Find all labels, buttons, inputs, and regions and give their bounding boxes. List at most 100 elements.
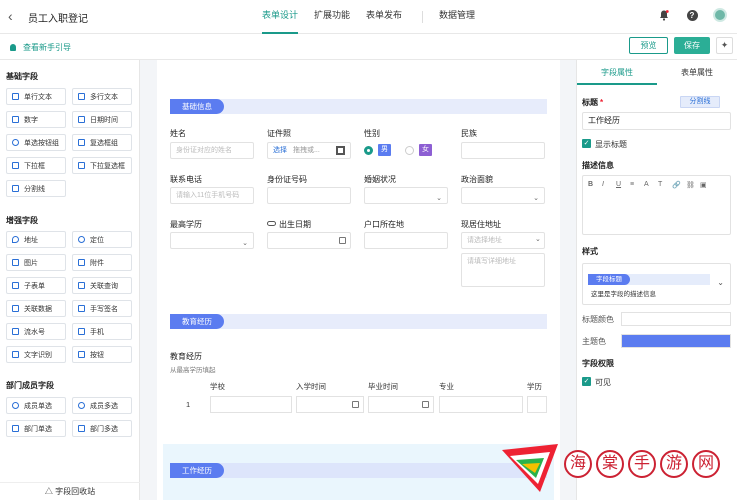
guide-link[interactable]: 查看新手引导 [10,42,71,53]
link-icon [267,221,276,226]
cell-degree[interactable] [527,396,547,413]
section-education[interactable]: 教育经历 [170,314,547,329]
bold-icon[interactable]: B [588,181,593,188]
gender-female-radio[interactable] [405,146,414,155]
back-icon[interactable]: ‹ [8,8,13,24]
section-basic-info[interactable]: 基础信息 [170,99,547,114]
education-select[interactable]: ⌄ [170,232,254,249]
field-serial[interactable]: 流水号 [6,323,66,340]
field-multi-text[interactable]: 多行文本 [72,88,132,105]
chevron-down-icon: ⌄ [535,236,541,243]
text-icon [12,93,19,100]
nation-input[interactable] [461,142,545,159]
image-icon[interactable]: ▣ [700,181,707,189]
watermark-char: 海 [564,450,592,478]
theme-color-swatch[interactable] [621,334,731,348]
field-dept-single[interactable]: 部门单选 [6,420,66,437]
cell-school[interactable] [210,396,292,413]
photo-upload[interactable]: 选择 拖拽或... [267,142,351,159]
address-select[interactable]: 请选择地址 [461,232,545,249]
edu-table-label: 教育经历 [170,352,202,361]
cell-entry-date[interactable] [296,396,364,413]
field-recycle-bin[interactable]: △ 字段回收站 [0,482,140,500]
field-location[interactable]: 定位 [72,231,132,248]
title-color-swatch[interactable] [621,312,731,326]
field-label: 流水号 [24,328,45,336]
underline-icon[interactable]: U [616,181,621,188]
photo-label: 证件照 [267,129,291,138]
idnum-input[interactable] [267,187,351,204]
italic-icon[interactable]: I [602,181,604,188]
field-dept-multi[interactable]: 部门多选 [72,420,132,437]
field-image[interactable]: 图片 [6,254,66,271]
field-phone[interactable]: 手机 [72,323,132,340]
tab-form-design[interactable]: 表单设计 [262,0,299,34]
field-address[interactable]: 地址 [6,231,66,248]
photo-choose-link[interactable]: 选择 [273,147,287,154]
field-multi-dropdown[interactable]: 下拉复选框 [72,157,132,174]
font-color-icon[interactable]: A [644,181,649,188]
field-number[interactable]: 数字 [6,111,66,128]
visible-checkbox[interactable]: ✓ [582,377,591,386]
number-icon [12,116,19,123]
phone-input[interactable]: 请输入11位手机号码 [170,187,254,204]
address-detail-input[interactable]: 请填写详细地址 [461,253,545,287]
field-checkbox-group[interactable]: 复选框组 [72,134,132,151]
field-label: 附件 [90,259,104,267]
field-button[interactable]: 按钮 [72,346,132,363]
politics-select[interactable]: ⌄ [461,187,545,204]
field-linked-data[interactable]: 关联数据 [6,300,66,317]
subform-icon [12,282,19,289]
field-ocr[interactable]: 文字识别 [6,346,66,363]
link-icon[interactable]: 🔗 [672,181,681,189]
save-button[interactable]: 保存 [674,37,710,54]
field-subform[interactable]: 子表单 [6,277,66,294]
title-input[interactable]: 工作经历 [582,112,731,130]
field-label: 子表单 [24,282,45,290]
gender-female-tag[interactable]: 女 [419,144,432,156]
marital-select[interactable]: ⌄ [364,187,448,204]
tab-field-props[interactable]: 字段属性 [577,60,657,85]
name-input[interactable]: 身份证对应的姓名 [170,142,254,159]
tab-form-props[interactable]: 表单属性 [657,60,737,85]
field-divider[interactable]: 分割线 [6,180,66,197]
field-label: 文字识别 [24,351,52,359]
help-icon[interactable]: ? [685,8,699,22]
hukou-input[interactable] [364,232,448,249]
field-member-multi[interactable]: 成员多选 [72,397,132,414]
avatar[interactable] [713,8,727,22]
field-label: 分割线 [24,185,45,193]
field-attachment[interactable]: 附件 [72,254,132,271]
field-signature[interactable]: 手写签名 [72,300,132,317]
section-work[interactable]: 工作经历 [170,463,547,478]
align-icon[interactable]: ≡ [630,181,634,188]
calendar-icon [78,116,85,123]
divider-type-badge[interactable]: 分割线 [680,96,720,108]
tab-publish[interactable]: 表单发布 [366,0,402,34]
style-select[interactable]: 字段标题 这里是字段的描述信息 ⌄ [582,263,731,305]
gender-male-radio[interactable] [364,146,373,155]
field-dropdown[interactable]: 下拉框 [6,157,66,174]
share-icon[interactable]: ✦ [716,37,733,54]
show-title-checkbox[interactable]: ✓ [582,139,591,148]
guide-text: 查看新手引导 [23,43,71,52]
birthdate-input[interactable] [267,232,351,249]
cell-major[interactable] [439,396,523,413]
field-radio-group[interactable]: 单选按钮组 [6,134,66,151]
preview-button[interactable]: 预览 [629,37,668,54]
chevron-down-icon: ⌄ [242,240,248,247]
font-size-icon[interactable]: T [658,181,662,188]
chevron-down-icon: ⌄ [533,195,539,202]
qrcode-icon[interactable] [336,146,345,155]
field-datetime[interactable]: 日期时间 [72,111,132,128]
gender-male-tag[interactable]: 男 [378,144,391,156]
unlink-icon[interactable]: ⛓ [686,181,695,189]
cell-grad-date[interactable] [368,396,434,413]
field-lookup[interactable]: 关联查询 [72,277,132,294]
desc-editor[interactable]: B I U ≡ A T 🔗 ⛓ ▣ [582,175,731,235]
tab-extensions[interactable]: 扩展功能 [314,0,350,34]
field-single-text[interactable]: 单行文本 [6,88,66,105]
bell-icon[interactable] [657,8,671,22]
field-member-single[interactable]: 成员单选 [6,397,66,414]
tab-data-manage[interactable]: 数据管理 [439,0,475,34]
